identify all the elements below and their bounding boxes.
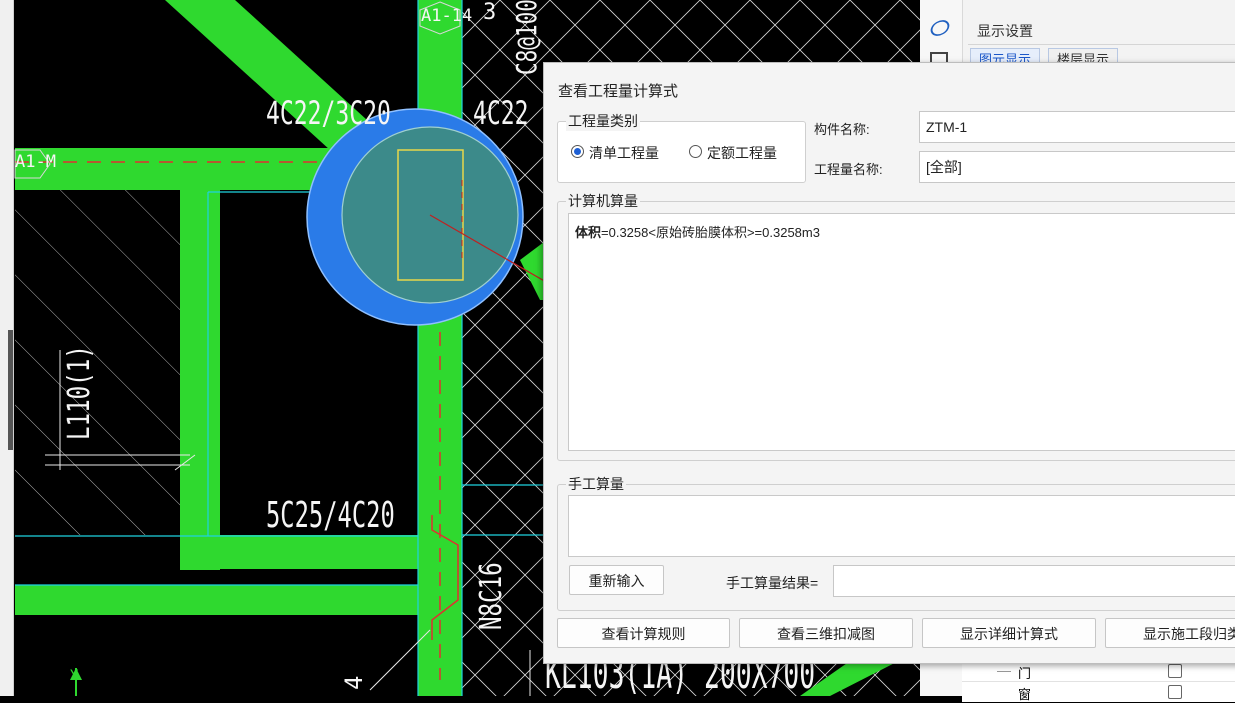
orbit-icon[interactable]	[927, 16, 953, 40]
radio-quota-quantity[interactable]	[689, 145, 702, 158]
beam-horizontal-mid	[220, 535, 420, 569]
beam-horizontal-bottom	[15, 585, 420, 615]
manual-result-label: 手工算量结果=	[726, 575, 819, 591]
reinput-button[interactable]: 重新输入	[569, 565, 664, 595]
calc-result-area[interactable]: 体积=0.3258<原始砖胎膜体积>=0.3258m3	[568, 213, 1235, 451]
quantity-name-select[interactable]: [全部]	[919, 151, 1235, 183]
door-checkbox[interactable]	[1168, 664, 1182, 678]
manual-result-field[interactable]	[833, 565, 1235, 597]
show-detailed-formula-button[interactable]: 显示详细计算式	[922, 618, 1096, 648]
beam-label-left-vertical: L110(1)	[62, 345, 97, 440]
show-section-category-button[interactable]: 显示施工段归类	[1105, 618, 1235, 648]
dialog-title: 查看工程量计算式	[558, 83, 679, 100]
table-row-window[interactable]: 窗	[962, 681, 1235, 703]
view-3d-deduction-button[interactable]: 查看三维扣减图	[739, 618, 913, 648]
display-settings-title: 显示设置	[977, 23, 1033, 39]
radio-bill-quantity[interactable]	[571, 145, 584, 158]
left-side-strip	[0, 0, 14, 696]
left-strip-divider[interactable]	[8, 330, 13, 450]
calc-result-key: 体积	[575, 225, 602, 240]
right-panel-header-line	[968, 44, 1235, 45]
row-label-window: 窗	[1018, 688, 1032, 703]
rebar-label-vertical-mid: N8C16	[474, 562, 509, 630]
quantity-type-group-label: 工程量类别	[566, 111, 640, 131]
manual-calc-textarea[interactable]	[568, 495, 1235, 557]
radio-quota-quantity-label[interactable]: 定额工程量	[707, 143, 777, 163]
component-name-label: 构件名称:	[814, 122, 870, 137]
dim-label-bottom: 4	[340, 675, 368, 690]
tree-line	[997, 671, 1011, 672]
hatch-left-region	[15, 190, 180, 535]
rebar-label-lower-left: 5C25/4C20	[266, 495, 395, 536]
quantity-name-label: 工程量名称:	[814, 162, 883, 177]
beam-vertical-main	[418, 0, 462, 696]
axis-label-left: A1-M	[15, 152, 56, 172]
rebar-label-top-right: 4C22	[473, 94, 529, 132]
axis-label-top: A1-14	[421, 6, 473, 26]
calc-result-text: =0.3258<原始砖胎膜体积>=0.3258m3	[601, 225, 820, 240]
axis-label-top-digit: 3	[483, 0, 497, 25]
rebar-label-top-left: 4C22/3C20	[266, 94, 391, 132]
component-name-field[interactable]: ZTM-1	[919, 111, 1235, 143]
computer-calc-group-label: 计算机算量	[566, 191, 640, 211]
quantity-formula-dialog: 查看工程量计算式 工程量类别 清单工程量 定额工程量 构件名称: ZTM-1 工…	[543, 62, 1235, 664]
radio-bill-quantity-label[interactable]: 清单工程量	[589, 143, 659, 163]
row-label-door: 门	[1018, 667, 1032, 682]
beam-vertical-left	[180, 190, 220, 570]
view-calc-rules-button[interactable]: 查看计算规则	[557, 618, 730, 648]
rebar-label-vertical-top: C8@100	[510, 0, 543, 75]
ucs-y-label: Y	[70, 668, 79, 684]
manual-calc-group-label: 手工算量	[566, 474, 626, 494]
window-checkbox[interactable]	[1168, 685, 1182, 699]
